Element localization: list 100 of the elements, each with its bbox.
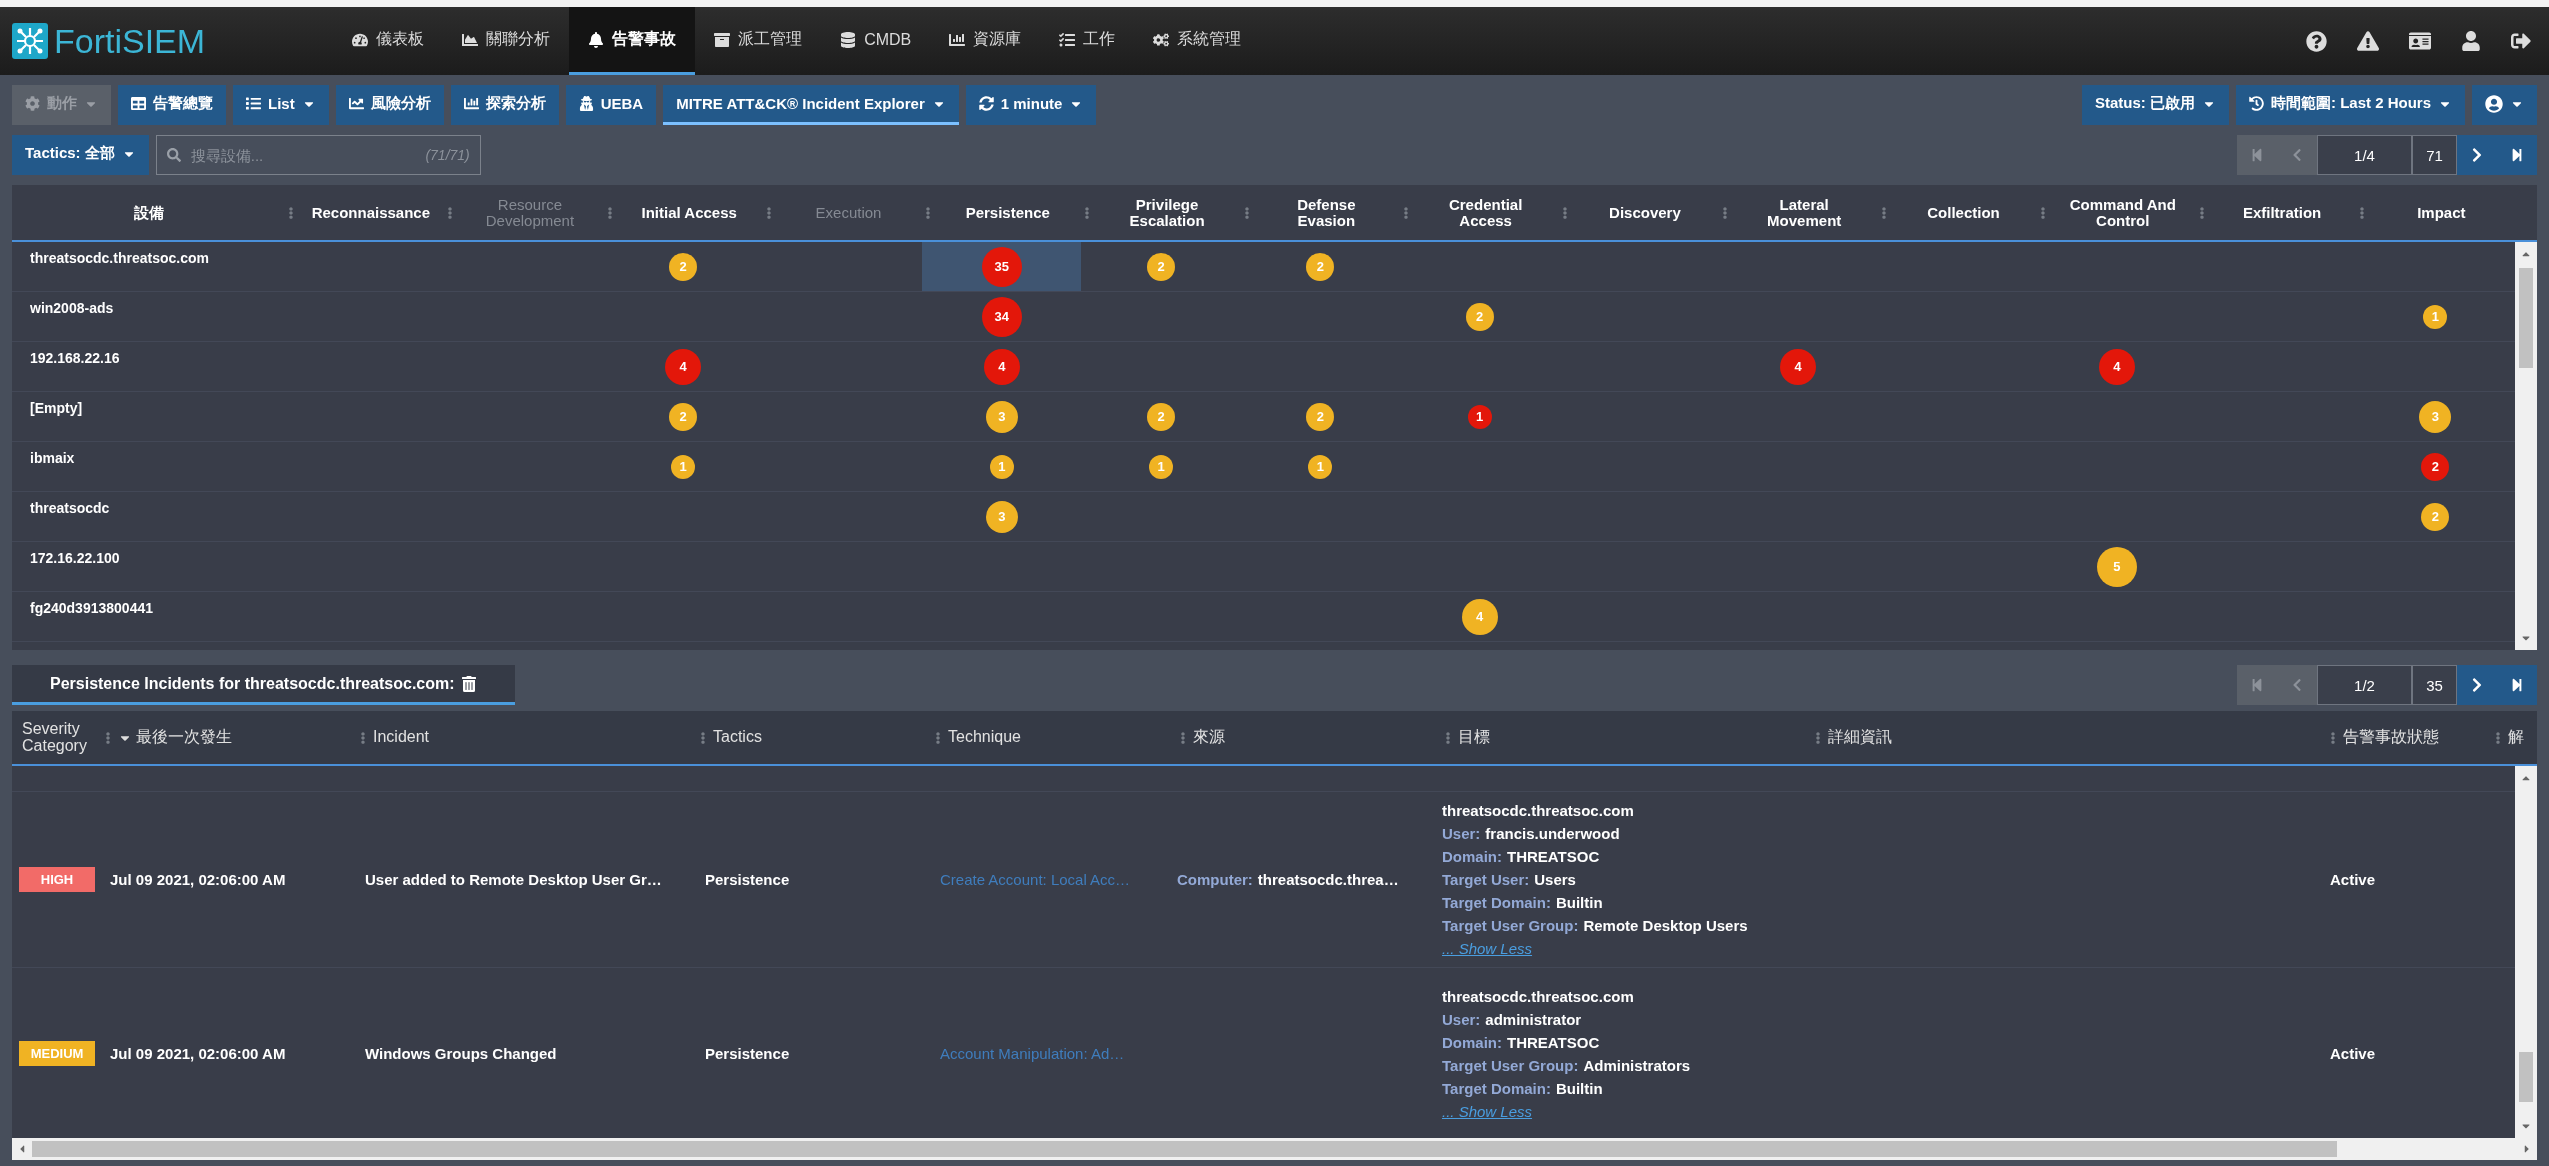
nav-item[interactable]: CMDB — [821, 7, 931, 75]
field-value: Remote Desktop Users — [1583, 917, 1748, 934]
logout-icon[interactable] — [2511, 31, 2531, 51]
first-page-button[interactable] — [2237, 665, 2277, 705]
column-header[interactable]: Privilege Escalation — [1108, 196, 1227, 229]
count-badge[interactable]: 34 — [981, 296, 1022, 337]
device-name[interactable]: 172.16.22.100 — [12, 542, 285, 566]
time-range-button[interactable]: 時間範圍: Last 2 Hours — [2235, 85, 2465, 125]
count-badge[interactable]: 4 — [1780, 348, 1817, 385]
count-badge[interactable]: 35 — [981, 246, 1022, 287]
search-bar[interactable]: 搜尋設備... (71/71) — [155, 135, 481, 175]
page-size-field[interactable]: 35 — [2412, 665, 2457, 705]
horizontal-scrollbar[interactable] — [12, 1138, 2537, 1160]
column-header[interactable]: Severity Category — [22, 720, 102, 755]
overview-button[interactable]: 告警總覽 — [118, 85, 226, 125]
column-header[interactable]: Tactics — [713, 729, 762, 746]
user-icon[interactable] — [2461, 31, 2481, 51]
column-header[interactable]: 解 — [2508, 729, 2524, 746]
column-header[interactable]: 告警事故狀態 — [2343, 729, 2439, 746]
matrix-cell[interactable]: 34 — [922, 292, 1082, 341]
show-less-link[interactable]: ... Show Less — [1442, 940, 1533, 957]
column-header[interactable]: 來源 — [1193, 729, 1225, 746]
first-page-button[interactable] — [2237, 135, 2277, 175]
incidents-tab[interactable]: Persistence Incidents for threatsocdc.threatsoc.com: — [12, 665, 515, 705]
column-header[interactable]: 最後一次發生 — [136, 729, 232, 746]
scrollbar-thumb[interactable] — [2519, 268, 2533, 368]
column-header[interactable]: Command And Control — [2063, 196, 2182, 229]
vertical-scrollbar[interactable] — [2515, 242, 2537, 650]
count-badge[interactable]: 1 — [1467, 404, 1492, 429]
tactics-filter-button[interactable]: Tactics: 全部 — [12, 135, 149, 175]
count-badge[interactable]: 4 — [983, 348, 1020, 385]
refresh-button[interactable]: 1 minute — [965, 85, 1097, 125]
nav-item[interactable]: 儀表板 — [333, 7, 444, 75]
help-icon[interactable] — [2306, 30, 2327, 52]
column-header[interactable]: Collection — [1904, 204, 2023, 221]
next-page-button[interactable] — [2457, 665, 2497, 705]
nav-item[interactable]: 系統管理 — [1134, 7, 1261, 75]
device-name[interactable]: 192.168.22.16 — [12, 342, 285, 366]
column-header[interactable]: Reconnaissance — [311, 204, 430, 221]
explore-button[interactable]: 探索分析 — [450, 85, 559, 125]
risk-analysis-button[interactable]: 風險分析 — [335, 85, 444, 125]
trash-icon[interactable] — [460, 675, 477, 692]
column-header[interactable]: Persistence — [948, 204, 1067, 221]
field-label: Target User: — [1442, 871, 1530, 888]
scrollbar-thumb[interactable] — [2519, 1052, 2533, 1102]
page-size-field[interactable]: 71 — [2412, 135, 2457, 175]
nav-item[interactable]: 告警事故 — [569, 7, 696, 75]
nav-item[interactable]: 關聯分析 — [443, 7, 570, 75]
user-menu-button[interactable] — [2472, 85, 2537, 125]
last-page-button[interactable] — [2497, 135, 2537, 175]
last-page-button[interactable] — [2497, 665, 2537, 705]
nav-item[interactable]: 派工管理 — [695, 7, 822, 75]
device-name[interactable]: win2008-ads — [12, 292, 285, 316]
count-badge[interactable]: 2 — [2421, 452, 2450, 481]
column-header[interactable]: Impact — [2382, 204, 2501, 221]
device-name[interactable]: threatsocdc.threatsoc.com — [12, 242, 285, 266]
column-header[interactable]: Discovery — [1585, 204, 1704, 221]
matrix-cell[interactable]: 4 — [603, 342, 763, 391]
device-name[interactable]: [Empty] — [12, 392, 285, 416]
column-header[interactable]: 設備 — [89, 204, 208, 221]
matrix-cell[interactable]: 4 — [922, 342, 1082, 391]
scrollbar-thumb[interactable] — [32, 1141, 2337, 1157]
severity-badge: HIGH — [19, 867, 95, 892]
column-header[interactable]: Exfiltration — [2223, 204, 2342, 221]
technique-link[interactable]: Account Manipulation: Ad… — [932, 1045, 1177, 1062]
device-name[interactable]: fg240d3913800441 — [12, 592, 285, 616]
matrix-cell[interactable]: 4 — [2037, 342, 2197, 391]
page-field[interactable]: 1/4 — [2317, 135, 2412, 175]
matrix-cell[interactable]: 4 — [1718, 342, 1878, 391]
column-header[interactable]: 詳細資訊 — [1828, 729, 1892, 746]
column-header[interactable]: Technique — [948, 729, 1021, 746]
count-badge[interactable]: 4 — [2098, 348, 2135, 385]
warning-icon[interactable] — [2357, 30, 2379, 52]
matrix-cell[interactable]: 2 — [2355, 442, 2515, 491]
table-cell-text: Active — [2329, 1045, 2377, 1062]
device-name[interactable]: threatsocdc — [12, 492, 285, 516]
list-button[interactable]: List — [233, 85, 329, 125]
status-button[interactable]: Status: 已啟用 — [2081, 85, 2229, 125]
show-less-link[interactable]: ... Show Less — [1442, 1102, 1533, 1120]
column-header[interactable]: Credential Access — [1426, 196, 1545, 229]
field-label: Target Domain: — [1442, 894, 1551, 911]
matrix-cell[interactable]: 35 — [922, 242, 1082, 291]
column-header[interactable]: Lateral Movement — [1745, 196, 1864, 229]
column-header[interactable]: Initial Access — [630, 204, 749, 221]
technique-link[interactable]: Create Account: Local Acc… — [932, 871, 1177, 888]
nav-item[interactable]: 工作 — [1040, 7, 1135, 75]
device-name[interactable]: ibmaix — [12, 442, 285, 466]
incident-explorer-tab[interactable]: MITRE ATT&CK® Incident Explorer — [663, 85, 959, 125]
matrix-cell[interactable]: 1 — [1400, 392, 1560, 441]
ueba-button[interactable]: UEBA — [565, 85, 657, 125]
count-badge[interactable]: 4 — [665, 348, 702, 385]
column-header[interactable]: Incident — [373, 729, 430, 746]
nav-item[interactable]: 資源庫 — [930, 7, 1041, 75]
id-card-icon[interactable] — [2409, 30, 2431, 52]
column-header[interactable]: 目標 — [1458, 729, 1490, 746]
vertical-scrollbar[interactable] — [2515, 766, 2537, 1138]
column-header[interactable]: Defense Evasion — [1267, 196, 1386, 229]
search-field[interactable]: 搜尋設備... — [188, 145, 418, 165]
next-page-button[interactable] — [2457, 135, 2497, 175]
page-field[interactable]: 1/2 — [2317, 665, 2412, 705]
